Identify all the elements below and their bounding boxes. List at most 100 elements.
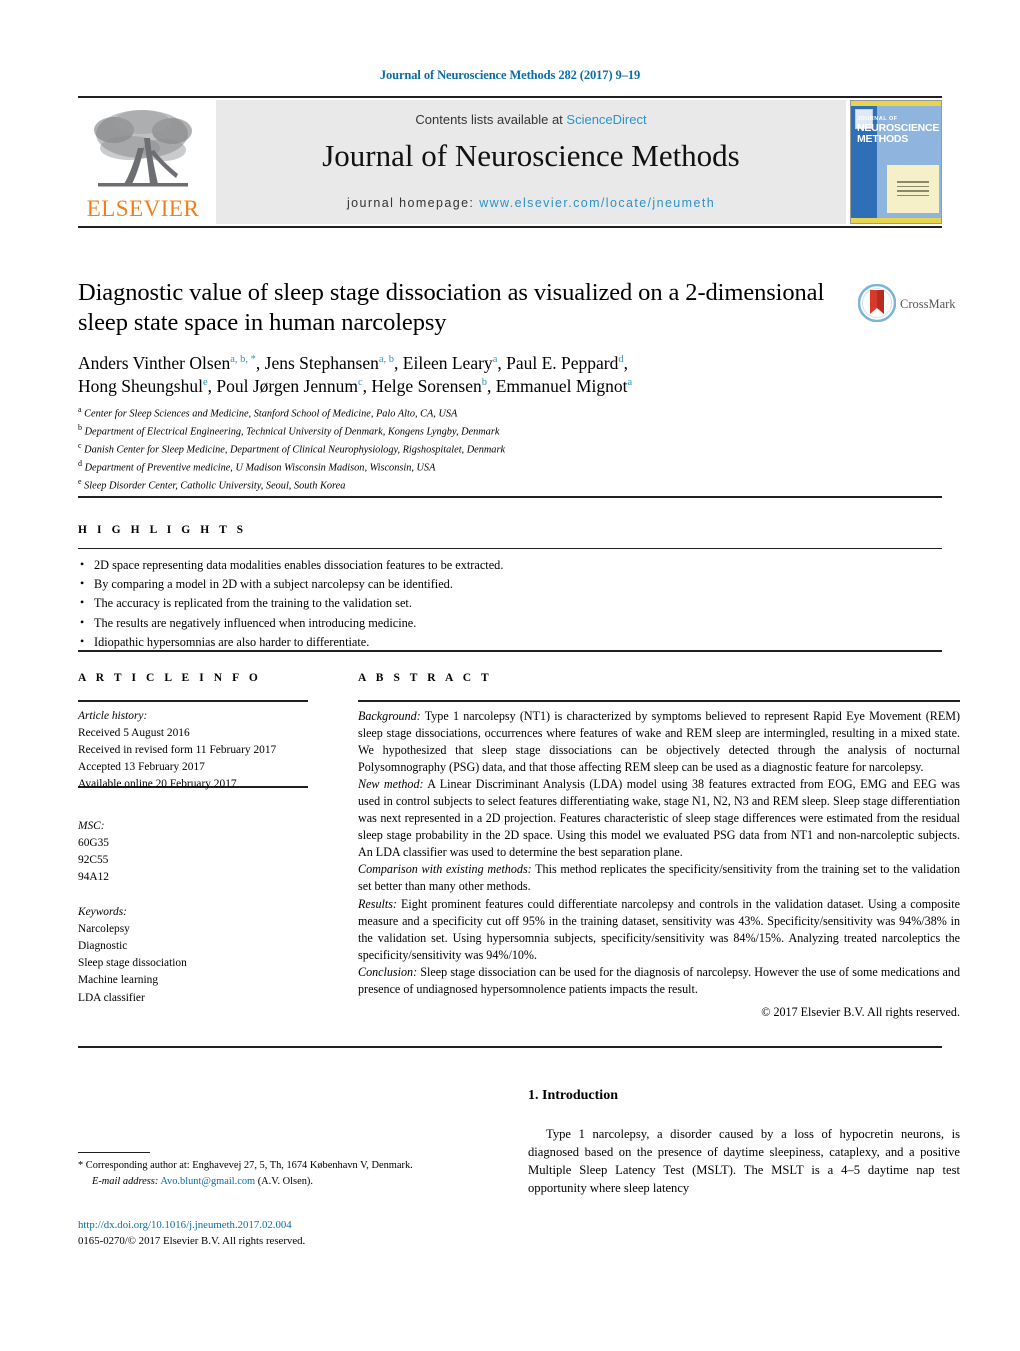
email-label: E-mail address: [92, 1175, 159, 1187]
article-history-item: Received 5 August 2016 [78, 727, 190, 740]
affiliation-3-mark: d [78, 459, 82, 469]
abstract-section: Results: Eight prominent features could … [358, 896, 960, 964]
author-5-marks: c [357, 377, 363, 389]
footnote-corresponding-text: Corresponding author at: Enghavevej 27, … [83, 1160, 413, 1171]
crossmark-label: CrossMark [900, 297, 956, 311]
keywords-heading: Keywords: [78, 905, 127, 918]
author-3: Paul E. Peppardd [506, 353, 624, 373]
abstract-section-lead: New method: [358, 777, 424, 792]
footnote-rule [78, 1152, 150, 1154]
keyword-item: Sleep stage dissociation [78, 957, 187, 970]
keyword-item: Machine learning [78, 974, 159, 987]
abstract-copyright: © 2017 Elsevier B.V. All rights reserved… [761, 1004, 960, 1019]
affiliation-0-text: Center for Sleep Sciences and Medicine, … [84, 408, 458, 420]
divider-above-highlights [78, 496, 942, 498]
footer-doi-block: http://dx.doi.org/10.1016/j.jneumeth.201… [78, 1218, 518, 1249]
divider-abstract [358, 700, 960, 702]
author-7-marks: a [627, 377, 633, 389]
author-0: Anders Vinther Olsena, b, * [78, 353, 256, 373]
affiliation-row: b Department of Electrical Engineering, … [78, 422, 778, 440]
article-info-heading: A R T I C L E I N F O [78, 672, 262, 684]
list-item: The accuracy is replicated from the trai… [78, 593, 638, 613]
abstract-section: Conclusion: Sleep stage dissociation can… [358, 964, 960, 998]
affiliation-1-text: Department of Electrical Engineering, Te… [84, 426, 500, 438]
homepage-prefix: journal homepage: [346, 196, 480, 210]
email-owner: (A.V. Olsen). [255, 1175, 313, 1187]
abstract-section-text: A Linear Discriminant Analysis (LDA) mod… [358, 777, 960, 860]
abstract-section-lead: Conclusion: [358, 964, 418, 979]
list-item: Idiopathic hypersomnias are also harder … [78, 632, 638, 652]
crossmark-icon [858, 284, 896, 322]
article-history-group: Article history: Received 5 August 2016 … [78, 708, 308, 794]
abstract-section-lead: Comparison with existing methods: [358, 862, 532, 877]
sciencedirect-link[interactable]: ScienceDirect [566, 112, 646, 127]
footnote-email-line: E-mail address: Avo.blunt@gmail.com (A.V… [78, 1174, 518, 1190]
article-history-heading: Article history: [78, 710, 148, 722]
introduction-heading: 1. Introduction [528, 1088, 618, 1103]
cover-title: JOURNAL OF NEUROSCIENCE METHODS [857, 116, 941, 145]
affiliation-1-mark: b [78, 423, 82, 433]
keyword-item: Narcolepsy [78, 923, 130, 936]
msc-heading: MSC: [78, 819, 105, 832]
elsevier-logo: ELSEVIER [80, 102, 206, 222]
affiliation-row: e Sleep Disorder Center, Catholic Univer… [78, 476, 778, 494]
article-history-item: Available online 20 February 2017 [78, 778, 237, 791]
author-6: Helge Sorensenb [371, 376, 487, 397]
abstract-section: New method: A Linear Discriminant Analys… [358, 776, 960, 861]
affiliation-2-mark: c [78, 441, 82, 451]
journal-cover-thumbnail: JOURNAL OF NEUROSCIENCE METHODS [850, 100, 942, 224]
abstract-section: Comparison with existing methods: This m… [358, 861, 960, 895]
doi-link[interactable]: http://dx.doi.org/10.1016/j.jneumeth.201… [78, 1218, 518, 1234]
introduction-paragraph: Type 1 narcolepsy, a disorder caused by … [528, 1127, 960, 1195]
abstract-section: Background: Type 1 narcolepsy (NT1) is c… [358, 708, 960, 776]
author-7: Emmanuel Mignota [495, 376, 633, 397]
msc-item: 92C55 [78, 853, 109, 866]
abstract-section-lead: Results: [358, 896, 397, 911]
msc-group: MSC: 60G35 92C55 94A12 [78, 818, 308, 886]
affiliation-row: c Danish Center for Sleep Medicine, Depa… [78, 440, 778, 458]
author-4: Hong Sheungshule [78, 376, 208, 397]
affiliation-row: a Center for Sleep Sciences and Medicine… [78, 404, 778, 422]
masthead-band: Contents lists available at ScienceDirec… [216, 100, 846, 224]
email-link[interactable]: Avo.blunt@gmail.com [160, 1176, 255, 1187]
author-5: Poul Jørgen Jennumc [216, 376, 363, 397]
journal-homepage-line: journal homepage: www.elsevier.com/locat… [216, 196, 846, 210]
cover-title-line3: METHODS [857, 132, 909, 145]
author-3-marks: d [618, 354, 624, 366]
page-title: Diagnostic value of sleep stage dissocia… [78, 279, 825, 336]
author-list: Anders Vinther Olsena, b, *, Jens Stepha… [78, 353, 633, 397]
highlights-list: 2D space representing data modalities en… [78, 555, 638, 652]
article-history-item: Received in revised form 11 February 201… [78, 744, 277, 757]
corresponding-author-footnote: * Corresponding author at: Enghavevej 27… [78, 1158, 518, 1189]
list-item: 2D space representing data modalities en… [78, 555, 638, 575]
contents-list-line: Contents lists available at ScienceDirec… [216, 112, 846, 127]
title-block: Diagnostic value of sleep stage dissocia… [78, 278, 838, 338]
crossmark-badge[interactable]: CrossMark [858, 284, 962, 324]
cover-bottom-bar [851, 218, 941, 223]
author-4-marks: e [202, 377, 208, 389]
journal-homepage-link[interactable]: www.elsevier.com/locate/jneumeth [479, 196, 715, 210]
elsevier-wordmark: ELSEVIER [86, 196, 200, 221]
issn-copyright-line: 0165-0270/© 2017 Elsevier B.V. All right… [78, 1234, 306, 1247]
msc-item: 94A12 [78, 870, 110, 883]
elsevier-tree-icon [94, 110, 192, 187]
affiliation-3-text: Department of Preventive medicine, U Mad… [84, 462, 436, 474]
journal-article-page: Journal of Neuroscience Methods 282 (201… [0, 0, 1020, 1351]
affiliation-4-text: Sleep Disorder Center, Catholic Universi… [84, 480, 346, 492]
divider-highlights-top [78, 548, 942, 550]
author-1-marks: a, b [378, 354, 395, 366]
author-6-marks: b [481, 377, 487, 389]
abstract-section-text: Sleep stage dissociation can be used for… [358, 964, 960, 996]
affiliation-0-mark: a [78, 405, 82, 414]
abstract-heading: A B S T R A C T [358, 672, 493, 684]
running-head: Journal of Neuroscience Methods 282 (201… [379, 68, 641, 82]
highlights-heading: H I G H L I G H T S [78, 524, 247, 536]
divider-below-abstract [78, 1046, 942, 1048]
journal-title: Journal of Neuroscience Methods [322, 138, 740, 173]
article-history-item: Accepted 13 February 2017 [78, 761, 205, 774]
article-info-body: Article history: Received 5 August 2016 … [78, 708, 308, 1007]
affiliation-row: d Department of Preventive medicine, U M… [78, 458, 778, 476]
abstract-section-text: Eight prominent features could different… [358, 896, 960, 962]
divider-articleinfo [78, 700, 308, 702]
list-item: By comparing a model in 2D with a subjec… [78, 574, 638, 594]
